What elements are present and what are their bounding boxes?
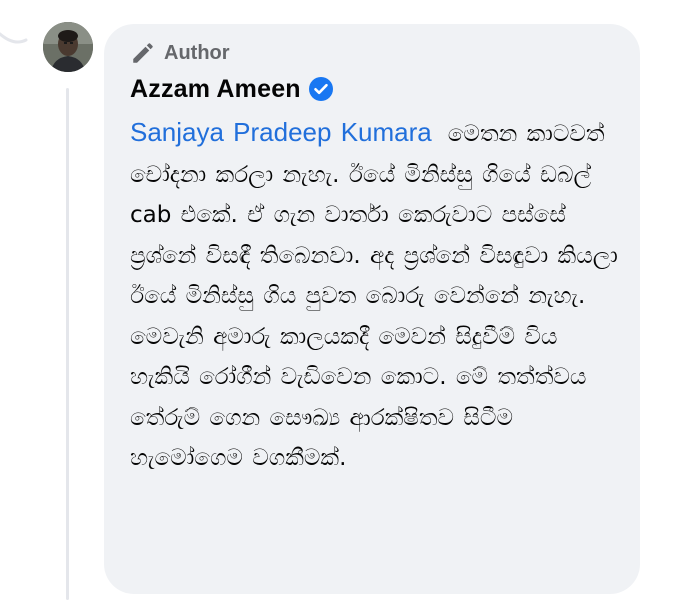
reply-thread-line — [66, 88, 69, 600]
pencil-icon — [130, 40, 156, 66]
author-row: Azzam Ameen — [130, 72, 620, 106]
author-badge: Author — [130, 38, 620, 68]
author-name[interactable]: Azzam Ameen — [130, 75, 301, 104]
comment-bubble: Author Azzam Ameen Sanjaya Pradeep Kumar… — [104, 24, 640, 594]
comment-thread: Author Azzam Ameen Sanjaya Pradeep Kumar… — [0, 0, 674, 600]
avatar[interactable] — [43, 22, 93, 72]
mention-link[interactable]: Sanjaya Pradeep Kumara — [130, 117, 432, 147]
verified-checkmark-icon — [308, 77, 333, 101]
badge-label: Author — [164, 41, 230, 64]
comment-text: මෙතන කාටවත් චෝදනා කරලා නැහැ. ඊයේ මිනිස්ස… — [130, 121, 618, 471]
comment-body: Sanjaya Pradeep Kumara මෙතන කාටවත් චෝදනා … — [130, 112, 620, 479]
